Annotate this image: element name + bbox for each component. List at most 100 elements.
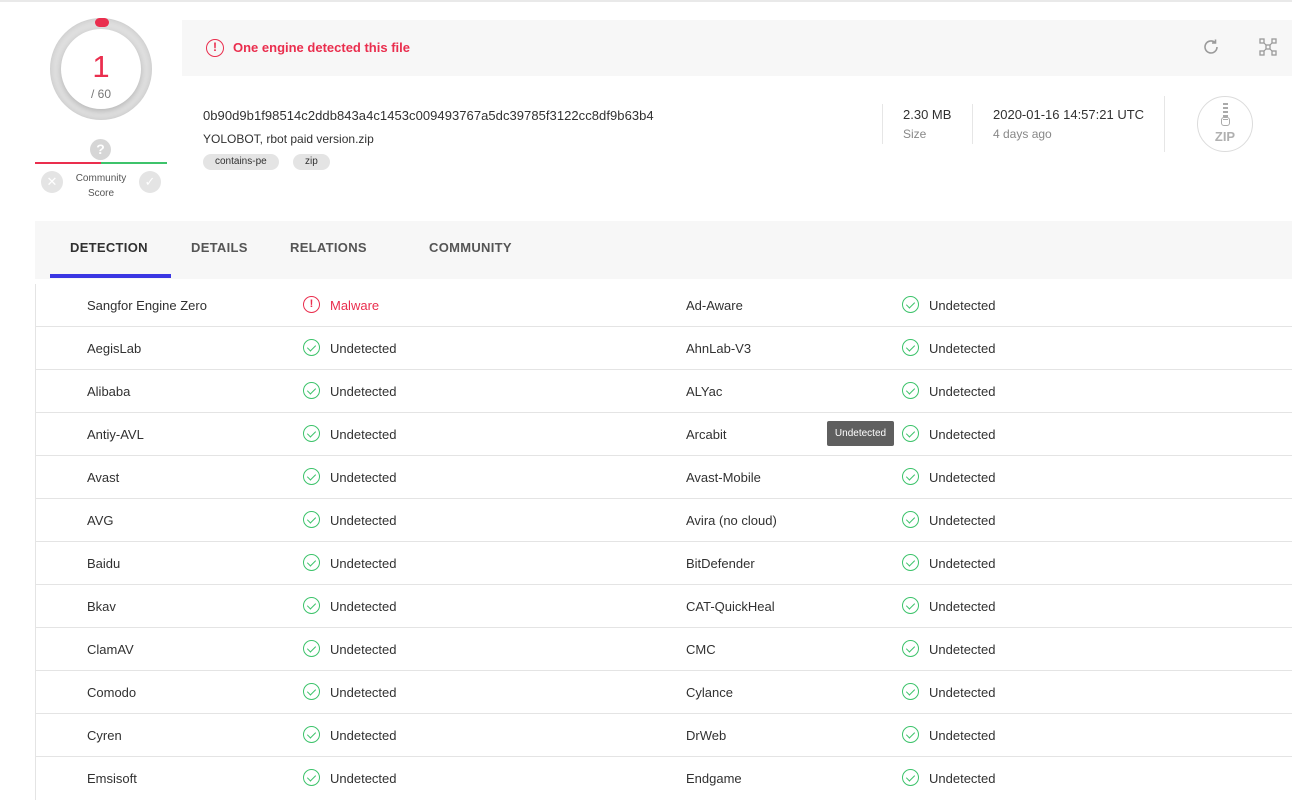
check-circle-icon — [902, 296, 919, 313]
detection-result: Undetected — [929, 685, 996, 700]
engine-name: Cylance — [686, 685, 733, 700]
engine-name: DrWeb — [686, 728, 727, 743]
check-circle-icon — [902, 511, 919, 528]
check-circle-icon — [902, 468, 919, 485]
check-circle-icon — [303, 683, 320, 700]
detection-result: Undetected — [929, 384, 996, 399]
alert-icon: ! — [206, 39, 224, 57]
detection-table: Sangfor Engine Zero! Malware Ad-Aware Undet… — [35, 284, 1292, 800]
check-circle-icon — [303, 554, 320, 571]
tab-details[interactable]: DETAILS — [191, 240, 248, 255]
table-row: Cyren Undetected DrWeb Undetected — [36, 714, 1292, 757]
engine-total: / 60 — [90, 87, 111, 101]
engine-name: Avira (no cloud) — [686, 513, 777, 528]
detection-result: Undetected — [330, 513, 397, 528]
engine-name: Avast — [87, 470, 120, 485]
tab-community[interactable]: COMMUNITY — [429, 240, 512, 255]
engine-name: Cyren — [87, 728, 122, 743]
table-row: AVG Undetected Avira (no cloud) Undetected — [36, 499, 1292, 542]
detection-banner: ! One engine detected this file — [182, 20, 1292, 76]
engine-name: Arcabit — [686, 427, 727, 442]
detection-result: Undetected — [929, 470, 996, 485]
detection-result: Undetected — [330, 771, 397, 786]
check-circle-icon — [902, 683, 919, 700]
check-circle-icon — [902, 554, 919, 571]
check-circle-icon — [303, 339, 320, 356]
detection-result: Undetected — [330, 642, 397, 657]
vote-harmful-button[interactable]: ✕ — [41, 171, 63, 193]
detection-result: Undetected — [330, 556, 397, 571]
graph-icon — [1259, 38, 1277, 56]
table-row: Baidu Undetected BitDefender Undetected — [36, 542, 1292, 585]
check-circle-icon — [303, 382, 320, 399]
file-hash[interactable]: 0b90d9b1f98514c2ddb843a4c1453c009493767a… — [203, 108, 654, 123]
detection-result: Undetected — [330, 470, 397, 485]
detection-result: Undetected — [929, 599, 996, 614]
table-row: AegisLab Undetected AhnLab-V3 Undetected — [36, 327, 1292, 370]
tab-detection[interactable]: DETECTION — [70, 240, 148, 255]
table-row: Avast Undetected Avast-Mobile Undetected — [36, 456, 1292, 499]
detection-score-gauge: 1 / 60 — [50, 18, 152, 120]
top-border — [0, 0, 1292, 2]
check-circle-icon — [303, 468, 320, 485]
table-row: ClamAV Undetected CMC Undetected — [36, 628, 1292, 671]
active-tab-indicator — [50, 274, 171, 278]
check-circle-icon — [902, 640, 919, 657]
check-circle-icon — [303, 640, 320, 657]
detection-result: Undetected — [330, 384, 397, 399]
file-name: YOLOBOT, rbot paid version.zip — [203, 132, 374, 146]
gauge-center: 1 / 60 — [61, 29, 141, 109]
community-bar-positive — [101, 162, 167, 164]
engine-name: AegisLab — [87, 341, 142, 356]
check-circle-icon — [303, 511, 320, 528]
check-circle-icon — [303, 425, 320, 442]
tag-zip[interactable]: zip — [293, 154, 330, 170]
engine-name: Bkav — [87, 599, 116, 614]
check-icon: ✓ — [144, 174, 156, 189]
reanalyze-button[interactable] — [1199, 36, 1223, 60]
detection-result: Undetected — [929, 513, 996, 528]
file-size-value: 2.30 MB — [903, 107, 952, 122]
engine-name: BitDefender — [686, 556, 755, 571]
check-circle-icon — [902, 597, 919, 614]
divider — [882, 104, 883, 144]
detection-result: Undetected — [929, 642, 996, 657]
close-icon: ✕ — [46, 174, 58, 189]
vote-harmless-button[interactable]: ✓ — [139, 171, 161, 193]
file-type-zip-icon: ZIP — [1197, 96, 1253, 152]
detection-result: Malware — [330, 298, 380, 313]
banner-text: One engine detected this file — [233, 40, 410, 55]
tag-contains-pe[interactable]: contains-pe — [203, 154, 279, 170]
engine-name: AVG — [87, 513, 114, 528]
table-row: Bkav Undetected CAT-QuickHeal Undetected — [36, 585, 1292, 628]
engine-name: CMC — [686, 642, 716, 657]
engine-name: Baidu — [87, 556, 121, 571]
engine-name: ALYac — [686, 384, 723, 399]
refresh-icon — [1204, 39, 1218, 54]
divider — [972, 104, 973, 144]
detection-result: Undetected — [929, 556, 996, 571]
engine-name: Antiy-AVL — [87, 427, 144, 442]
engine-name: Comodo — [87, 685, 137, 700]
gauge-marker — [95, 18, 109, 27]
detection-result: Undetected — [330, 427, 397, 442]
check-circle-icon — [303, 726, 320, 743]
detection-result: Undetected — [929, 728, 996, 743]
zipper-pull-icon — [1221, 117, 1230, 126]
check-circle-icon — [902, 425, 919, 442]
check-circle-icon — [902, 769, 919, 786]
detection-result: Undetected — [330, 341, 397, 356]
alert-icon: ! — [303, 296, 320, 313]
detection-result: Undetected — [929, 771, 996, 786]
community-score-indicator: ? — [90, 139, 111, 160]
similar-files-button[interactable] — [1256, 36, 1280, 60]
check-circle-icon — [303, 769, 320, 786]
divider — [1164, 96, 1165, 152]
tab-relations[interactable]: RELATIONS — [290, 240, 367, 255]
check-circle-icon — [902, 726, 919, 743]
detection-result: Undetected — [330, 685, 397, 700]
engine-name: Alibaba — [87, 384, 131, 399]
detection-result: Undetected — [330, 599, 397, 614]
check-circle-icon — [902, 339, 919, 356]
community-bar-negative — [35, 162, 101, 164]
